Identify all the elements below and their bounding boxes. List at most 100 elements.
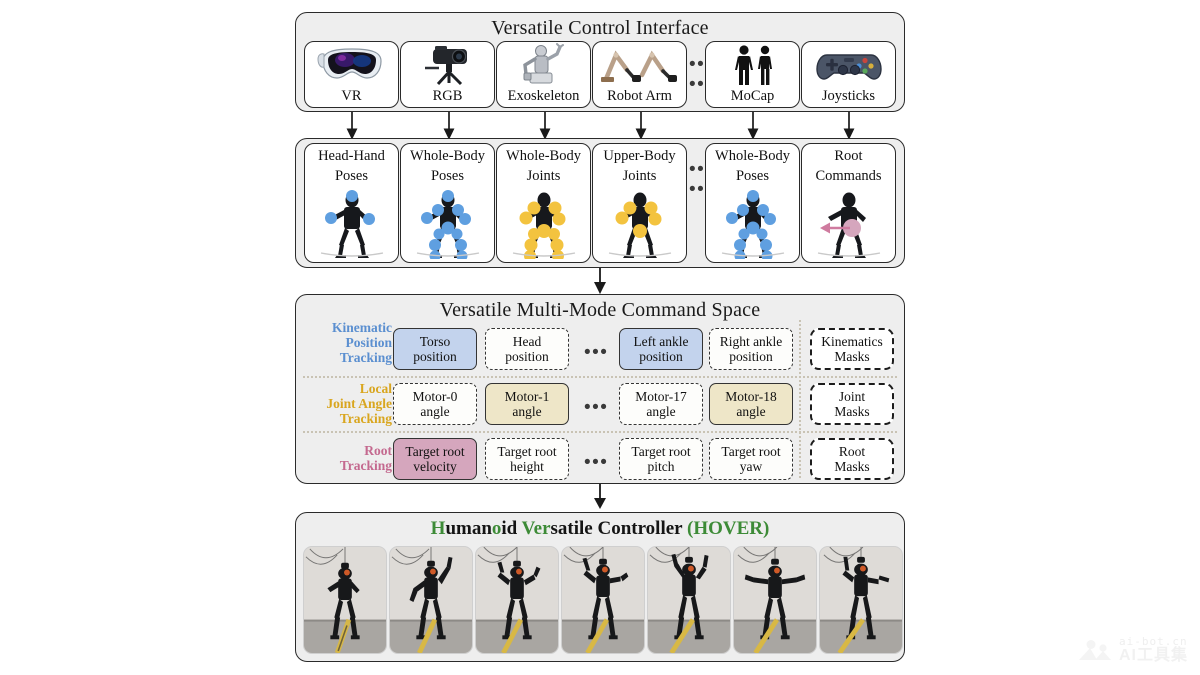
pose-art-whole-body-joints [497,184,590,262]
vr-headset-icon [305,42,398,89]
hover-controller-title: Humanoid Versatile Controller (HOVER) [296,513,904,540]
command-mask-separator [799,320,801,478]
cell-motor-18-line2: angle [736,404,766,419]
device-label-vr: VR [341,87,362,104]
pose-art-upper-body-joints [593,184,686,262]
device-label-robot-arm: Robot Arm [607,87,672,104]
command-cell-torso-position[interactable]: Torso position [393,328,477,370]
pose-label-root-commands-b: Commands [815,168,882,185]
hover-title-satile-controller: satile Controller [550,518,688,539]
gamepad-icon [802,42,895,89]
cell-motor-1-line2: angle [512,404,542,419]
device-card-rgb[interactable]: RGB [400,41,495,108]
row-label-root-line2: Tracking [339,458,392,474]
watermark: ai-bot.cn AI工具集 [1078,636,1188,664]
command-cell-motor-17-angle[interactable]: Motor-17 angle [619,383,703,425]
robot-frame-4 [561,546,645,654]
hover-title-ver: Ver [521,518,551,539]
robot-frame-5 [647,546,731,654]
exoskeleton-icon [497,42,590,89]
mask-box-joint[interactable]: Joint Masks [810,383,894,425]
robot-frame-6 [733,546,817,654]
cell-motor-17-line1: Motor-17 [635,388,687,404]
row-label-joint-line1: Local [359,381,392,396]
command-cell-motor-1-angle[interactable]: Motor-1 angle [485,383,569,425]
pose-card-whole-body-poses-1[interactable]: Whole-Body Poses [400,143,495,263]
pose-card-whole-body-poses-2[interactable]: Whole-Body Poses [705,143,800,263]
device-card-robot-arm[interactable]: Robot Arm [592,41,687,108]
cell-motor-0-line1: Motor-0 [412,388,458,404]
pose-card-root-commands[interactable]: Root Commands [801,143,896,263]
cell-root-velocity-line2: velocity [413,459,457,474]
cell-motor-0-line2: angle [420,404,450,419]
watermark-domain: ai-bot.cn [1119,635,1188,648]
mask-kinematics-line1: Kinematics [821,333,883,349]
arrow-poses-to-command-space [594,266,606,295]
command-ellipsis-row-1: ••• [584,342,609,363]
cell-root-height-line1: Target root [497,443,557,459]
pose-label-ub-joints-b: Joints [622,168,657,185]
pose-card-head-hand-poses[interactable]: Head-Hand Poses [304,143,399,263]
mask-box-root[interactable]: Root Masks [810,438,894,480]
device-label-rgb: RGB [432,87,463,104]
device-card-exoskeleton[interactable]: Exoskeleton [496,41,591,108]
device-card-mocap[interactable]: MoCap [705,41,800,108]
pose-label-wb-poses-2b: Poses [735,168,770,185]
mask-box-kinematics[interactable]: Kinematics Masks [810,328,894,370]
cell-left-ankle-line1: Left ankle [633,333,689,349]
pose-art-whole-body-poses-2 [706,184,799,262]
device-card-joysticks[interactable]: Joysticks [801,41,896,108]
pose-card-whole-body-joints[interactable]: Whole-Body Joints [496,143,591,263]
cell-right-ankle-line1: Right ankle [719,333,783,349]
command-cell-left-ankle-position[interactable]: Left ankle position [619,328,703,370]
command-ellipsis-row-2: ••• [584,397,609,418]
pose-art-whole-body-poses-1 [401,184,494,262]
pose-label-wb-poses-1b: Poses [430,168,465,185]
cell-motor-18-line1: Motor-18 [725,388,777,404]
robot-frame-3 [475,546,559,654]
hover-title-acronym: (HOVER) [687,518,770,539]
command-cell-target-root-height[interactable]: Target root height [485,438,569,480]
command-cell-head-position[interactable]: Head position [485,328,569,370]
row-label-kinematic-position-tracking: Kinematic Position Tracking [300,320,392,365]
diagram-canvas: Versatile Control Interface VR RGB Exosk… [0,0,1200,675]
command-cell-target-root-yaw[interactable]: Target root yaw [709,438,793,480]
watermark-logo-icon [1079,640,1111,661]
cell-root-pitch-line1: Target root [631,443,691,459]
cell-motor-17-line2: angle [646,404,676,419]
cell-root-yaw-line1: Target root [721,443,781,459]
mask-joint-line1: Joint [838,388,866,404]
pose-label-wb-poses-1a: Whole-Body [410,148,485,164]
command-cell-target-root-pitch[interactable]: Target root pitch [619,438,703,480]
device-label-joysticks: Joysticks [821,87,876,104]
mask-kinematics-line2: Masks [834,349,870,364]
mocap-suit-icon [706,42,799,89]
command-cell-target-root-velocity[interactable]: Target root velocity [393,438,477,480]
arrow-command-space-to-controller [594,482,606,509]
cell-torso-position-line2: position [413,349,457,364]
command-cell-motor-0-angle[interactable]: Motor-0 angle [393,383,477,425]
watermark-text: ai-bot.cn AI工具集 [1119,636,1188,664]
hover-title-uman: uman [445,518,492,539]
pose-label-head-hand-2: Poses [334,168,369,185]
cell-root-pitch-line2: pitch [647,459,675,474]
device-card-vr[interactable]: VR [304,41,399,108]
cell-torso-position-line1: Torso [419,333,451,349]
pose-art-head-hand [305,184,398,262]
interface-panel-title: Versatile Control Interface [491,17,709,39]
command-cell-motor-18-angle[interactable]: Motor-18 angle [709,383,793,425]
command-cell-right-ankle-position[interactable]: Right ankle position [709,328,793,370]
watermark-brand: AI工具集 [1119,646,1189,664]
cell-right-ankle-line2: position [729,349,773,364]
hover-title-o: o [491,518,502,539]
row-label-root-tracking: Root Tracking [300,443,392,473]
pose-label-root-commands-a: Root [834,148,863,164]
row-label-joint-line3: Tracking [339,411,392,427]
command-row-separator-1 [303,376,897,378]
cell-head-position-line2: position [505,349,549,364]
cell-root-yaw-line2: yaw [739,459,763,474]
pose-card-upper-body-joints[interactable]: Upper-Body Joints [592,143,687,263]
hover-title-id: id [501,518,522,539]
hover-title-h: H [430,518,446,539]
command-ellipsis-row-3: ••• [584,452,609,473]
